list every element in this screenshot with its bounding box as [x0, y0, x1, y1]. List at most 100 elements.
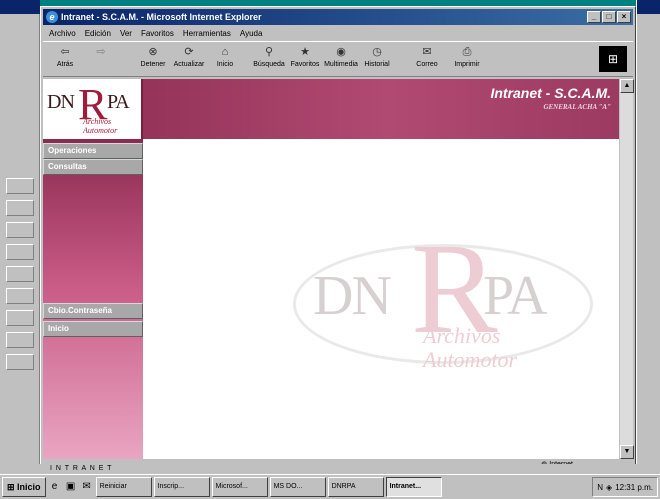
logo-pa: PA	[107, 91, 130, 113]
ie-logo-icon: e	[46, 11, 58, 23]
nav-inicio[interactable]: Inicio	[43, 321, 143, 337]
browser-window: e Intranet - S.C.A.M. - Microsoft Intern…	[40, 6, 636, 472]
background-window-left	[0, 0, 40, 470]
scroll-down-arrow-icon[interactable]: ▼	[620, 445, 634, 459]
watermark-pa: PA	[483, 265, 547, 327]
print-icon: ⎙	[462, 46, 472, 58]
print-label: Imprimir	[454, 61, 480, 68]
history-icon: ◷	[372, 46, 382, 58]
stop-label: Detener	[140, 61, 166, 68]
media-button[interactable]: ◉ Multimedia	[323, 45, 359, 68]
refresh-label: Actualizar	[173, 61, 205, 68]
window-title: Intranet - S.C.A.M. - Microsoft Internet…	[61, 12, 262, 22]
media-label: Multimedia	[324, 61, 358, 68]
background-button[interactable]	[6, 354, 34, 370]
page-subtitle: GENERAL ACHA "A"	[543, 103, 611, 111]
stop-button[interactable]: ⊗ Detener	[135, 45, 171, 68]
mail-label: Correo	[416, 61, 438, 68]
intranet-label: I N T R A N E T	[50, 465, 113, 472]
watermark-subtitle: Archivos Automotor	[423, 323, 518, 372]
background-button[interactable]	[6, 178, 34, 194]
home-button[interactable]: ⌂ Inicio	[207, 45, 243, 68]
mail-button[interactable]: ✉ Correo	[409, 45, 445, 68]
background-button[interactable]	[6, 200, 34, 216]
search-icon: ⚲	[264, 46, 274, 58]
menu-ayuda[interactable]: Ayuda	[240, 27, 263, 41]
vertical-scrollbar[interactable]: ▲ ▼	[619, 79, 634, 459]
menu-bar: Archivo Edición Ver Favoritos Herramient…	[43, 27, 633, 41]
refresh-icon: ⟳	[184, 46, 194, 58]
watermark-dn: DN	[313, 265, 392, 327]
ie-quicklaunch-icon[interactable]: e	[48, 480, 62, 494]
background-button[interactable]	[6, 310, 34, 326]
windows-logo-icon: ⊞	[599, 46, 627, 72]
background-window-right	[636, 0, 660, 470]
background-button[interactable]	[6, 244, 34, 260]
nav-operaciones[interactable]: Operaciones	[43, 143, 143, 159]
start-button[interactable]: ⊞ Inicio	[2, 477, 46, 497]
history-label: Historial	[364, 61, 390, 68]
mail-icon: ✉	[422, 46, 432, 58]
favorites-label: Favoritos	[290, 61, 320, 68]
window-titlebar[interactable]: e Intranet - S.C.A.M. - Microsoft Intern…	[43, 9, 633, 25]
network-icon[interactable]: ◈	[606, 483, 612, 492]
stop-icon: ⊗	[148, 46, 158, 58]
menu-edicion[interactable]: Edición	[85, 27, 111, 41]
nav-cambio-contrasena[interactable]: Cbio.Contraseña	[43, 303, 143, 319]
menu-herramientas[interactable]: Herramientas	[183, 27, 231, 41]
home-icon: ⌂	[221, 46, 229, 58]
menu-archivo[interactable]: Archivo	[49, 27, 76, 41]
norton-icon[interactable]: N	[597, 483, 603, 492]
task-dnrpa[interactable]: DNRPA	[327, 477, 384, 497]
background-button[interactable]	[6, 288, 34, 304]
history-button[interactable]: ◷ Historial	[359, 45, 395, 68]
content-area: DN R PA Archivos Automotor	[143, 139, 607, 459]
sidebar-nav: Operaciones Consultas Cbio.Contraseña In…	[43, 139, 143, 459]
page-header: DN R PA Archivos Automotor Intranet - S.…	[43, 79, 619, 139]
search-label: Búsqueda	[253, 61, 285, 68]
minimize-button[interactable]: _	[587, 11, 601, 23]
page-title: Intranet - S.C.A.M.	[490, 85, 611, 101]
back-icon: ⇦	[60, 46, 70, 58]
maximize-button[interactable]: □	[602, 11, 616, 23]
start-label: Inicio	[17, 482, 41, 492]
dnrpa-logo[interactable]: DN R PA Archivos Automotor	[43, 79, 143, 139]
favorites-icon: ★	[300, 46, 310, 58]
background-button[interactable]	[6, 332, 34, 348]
task-msdos[interactable]: MS DO...	[269, 477, 326, 497]
background-button[interactable]	[6, 266, 34, 282]
background-window-titlebar	[637, 0, 660, 14]
scroll-up-arrow-icon[interactable]: ▲	[620, 79, 634, 93]
task-reiniciar[interactable]: Reiniciar	[95, 477, 152, 497]
intranet-label-bar: I N T R A N E T	[0, 464, 660, 474]
web-page: DN R PA Archivos Automotor Intranet - S.…	[43, 79, 619, 459]
task-microsoft[interactable]: Microsof...	[211, 477, 268, 497]
media-icon: ◉	[336, 46, 346, 58]
task-intranet[interactable]: Intranet...	[385, 477, 442, 497]
menu-favoritos[interactable]: Favoritos	[141, 27, 174, 41]
background-button[interactable]	[6, 222, 34, 238]
menu-ver[interactable]: Ver	[120, 27, 132, 41]
clock[interactable]: 12:31 p.m.	[615, 483, 653, 492]
forward-button[interactable]: ⇨	[83, 45, 119, 61]
outlook-quicklaunch-icon[interactable]: ✉	[80, 480, 94, 494]
back-label: Atrás	[56, 61, 74, 68]
favorites-button[interactable]: ★ Favoritos	[287, 45, 323, 68]
taskbar: ⊞ Inicio e ▣ ✉ Reiniciar Inscrip... Micr…	[0, 474, 660, 499]
forward-icon: ⇨	[96, 46, 106, 58]
search-button[interactable]: ⚲ Búsqueda	[251, 45, 287, 68]
back-button[interactable]: ⇦ Atrás	[47, 45, 83, 68]
print-button[interactable]: ⎙ Imprimir	[449, 45, 485, 68]
toolbar: ⇦ Atrás ⇨ ⊗ Detener ⟳ Actualizar ⌂ Inici…	[43, 41, 633, 77]
desktop-quicklaunch-icon[interactable]: ▣	[64, 480, 78, 494]
nav-consultas[interactable]: Consultas	[43, 159, 143, 175]
logo-dn: DN	[47, 91, 75, 113]
refresh-button[interactable]: ⟳ Actualizar	[171, 45, 207, 68]
task-inscrip[interactable]: Inscrip...	[153, 477, 210, 497]
home-label: Inicio	[216, 61, 234, 68]
watermark-logo: DN R PA Archivos Automotor	[293, 214, 593, 394]
logo-subtitle: Archivos Automotor	[83, 117, 118, 135]
background-window-titlebar	[0, 0, 40, 14]
system-tray: N ◈ 12:31 p.m.	[592, 477, 658, 497]
close-button[interactable]: ×	[617, 11, 631, 23]
